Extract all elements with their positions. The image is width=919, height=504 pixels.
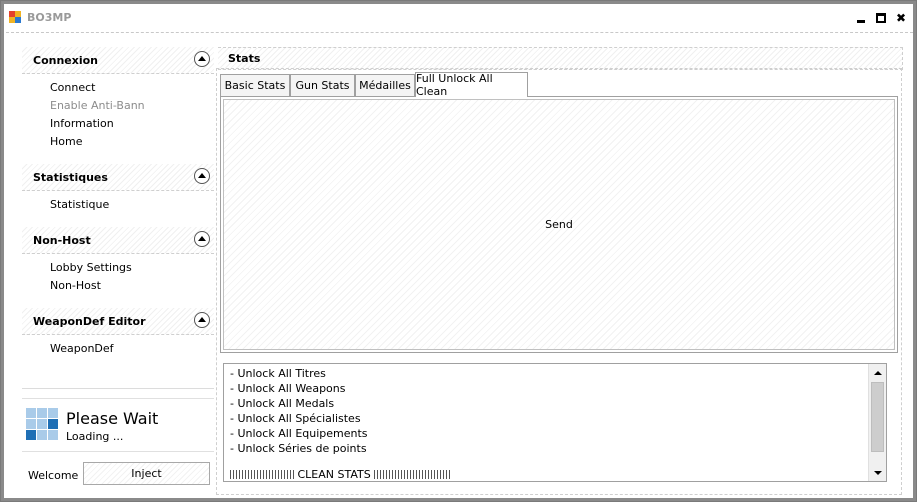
content-divider (6, 32, 913, 33)
scroll-down-button[interactable] (869, 464, 886, 481)
collapse-button[interactable] (194, 231, 210, 247)
list-item: - Unlock All Equipements (230, 427, 368, 440)
minimize-button[interactable] (853, 10, 869, 26)
maximize-icon (876, 13, 886, 23)
section-title: Connexion (33, 54, 99, 67)
close-icon: ✖ (895, 11, 907, 25)
sidebar-item-enable-anti-bann[interactable]: Enable Anti-Bann (50, 99, 145, 112)
chevron-up-icon (198, 236, 206, 241)
app-windows-icon (9, 11, 21, 23)
divider-bars-icon (374, 470, 453, 479)
tab-basic-stats[interactable]: Basic Stats (220, 74, 290, 96)
stats-header: Stats (218, 47, 903, 70)
chevron-up-icon (198, 173, 206, 178)
unlock-list-items: - Unlock All Titres - Unlock All Weapons… (230, 366, 368, 456)
tab-gun-stats[interactable]: Gun Stats (290, 74, 355, 96)
clean-stats-label: CLEAN STATS (297, 468, 371, 481)
scroll-thumb[interactable] (871, 382, 884, 452)
loading-grid-icon (26, 408, 58, 440)
list-item: - Unlock All Weapons (230, 382, 346, 395)
section-header-connexion[interactable]: Connexion (22, 47, 214, 74)
maximize-button[interactable] (873, 10, 889, 26)
loading-status: Loading ... (66, 430, 124, 443)
list-item: - Unlock Séries de points (230, 442, 367, 455)
title-bar[interactable]: BO3MP ✖ (4, 4, 913, 32)
collapse-button[interactable] (194, 168, 210, 184)
section-title: Non-Host (33, 234, 91, 247)
window-frame-bottom (1, 498, 916, 501)
tab-content: Send (220, 96, 898, 353)
tab-medailles[interactable]: Médailles (355, 74, 415, 96)
list-item: - Unlock All Medals (230, 397, 335, 410)
inject-button[interactable]: Inject (83, 462, 210, 485)
sidebar: Connexion Connect Enable Anti-Bann Infor… (22, 46, 214, 389)
chevron-up-icon (198, 56, 206, 61)
sidebar-item-non-host[interactable]: Non-Host (50, 279, 101, 292)
loading-title: Please Wait (66, 409, 159, 428)
sidebar-divider (22, 388, 214, 389)
window-frame-left (1, 1, 4, 501)
section-header-statistiques[interactable]: Statistiques (22, 164, 214, 191)
page-title: Stats (228, 52, 261, 65)
send-button[interactable]: Send (223, 99, 895, 350)
tab-full-unlock-all-clean[interactable]: Full Unlock All Clean (415, 72, 528, 98)
sidebar-item-connect[interactable]: Connect (50, 81, 95, 94)
divider-bars-icon (230, 470, 294, 479)
section-title: Statistiques (33, 171, 108, 184)
list-item: - Unlock All Titres (230, 367, 326, 380)
sidebar-item-weapondef[interactable]: WeaponDef (50, 342, 114, 355)
sidebar-item-lobby-settings[interactable]: Lobby Settings (50, 261, 132, 274)
loading-panel: Please Wait Loading ... (22, 398, 214, 452)
unlock-list[interactable]: - Unlock All Titres - Unlock All Weapons… (223, 363, 887, 482)
arrow-up-icon (873, 370, 882, 375)
list-item: - Unlock All Spécialistes (230, 412, 361, 425)
section-header-non-host[interactable]: Non-Host (22, 227, 214, 254)
collapse-button[interactable] (194, 312, 210, 328)
section-header-weapondef-editor[interactable]: WeaponDef Editor (22, 308, 214, 335)
sidebar-item-statistique[interactable]: Statistique (50, 198, 109, 211)
minimize-icon (857, 19, 865, 23)
sidebar-item-home[interactable]: Home (50, 135, 82, 148)
welcome-label: Welcome : (28, 469, 86, 482)
sidebar-item-information[interactable]: Information (50, 117, 114, 130)
clean-stats-line: CLEAN STATS (230, 468, 453, 481)
list-scrollbar[interactable] (868, 364, 886, 481)
window-title: BO3MP (27, 11, 72, 24)
section-title: WeaponDef Editor (33, 315, 146, 328)
chevron-up-icon (198, 317, 206, 322)
arrow-down-icon (873, 470, 882, 475)
scroll-up-button[interactable] (869, 364, 886, 381)
collapse-button[interactable] (194, 51, 210, 67)
close-button[interactable]: ✖ (893, 10, 909, 26)
window-frame-right (913, 1, 916, 501)
